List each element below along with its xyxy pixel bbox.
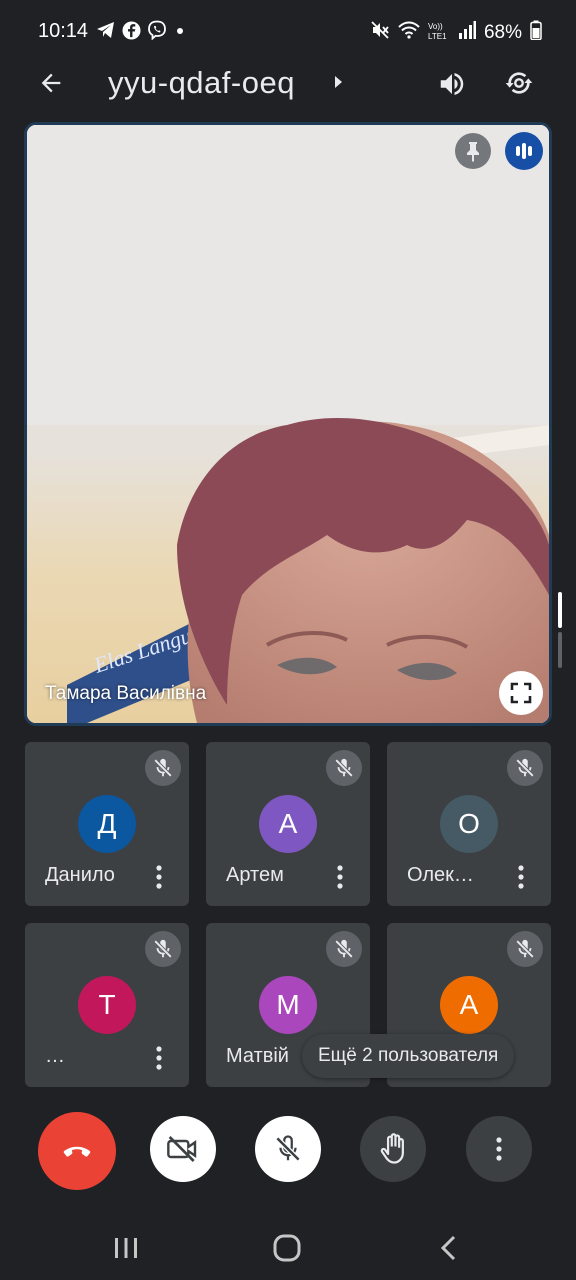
chevron-right-icon[interactable] bbox=[332, 72, 346, 97]
scrollbar-thumb[interactable] bbox=[558, 592, 562, 628]
participant-tile[interactable]: О Олек… bbox=[387, 742, 551, 906]
audio-output-button[interactable] bbox=[432, 64, 472, 104]
speaker-icon bbox=[440, 73, 464, 95]
avatar: Д bbox=[78, 795, 136, 853]
avatar: А bbox=[259, 795, 317, 853]
avatar: О bbox=[440, 795, 498, 853]
more-vert-icon[interactable] bbox=[147, 1043, 171, 1073]
participant-name: Матвій bbox=[226, 1045, 289, 1067]
participant-name: Данило bbox=[45, 864, 115, 886]
telegram-icon bbox=[96, 21, 116, 44]
fullscreen-icon bbox=[510, 682, 532, 704]
notification-icons bbox=[96, 20, 187, 45]
mic-off-icon bbox=[326, 750, 362, 786]
svg-text:LTE1: LTE1 bbox=[428, 32, 447, 40]
switch-camera-button[interactable] bbox=[498, 62, 540, 104]
avatar: М bbox=[259, 976, 317, 1034]
avatar: А bbox=[440, 976, 498, 1034]
pin-icon bbox=[467, 142, 479, 162]
more-vert-icon[interactable] bbox=[147, 862, 171, 892]
battery-icon bbox=[530, 20, 542, 45]
audio-level-icon bbox=[516, 143, 532, 159]
system-navigation-bar bbox=[0, 1216, 576, 1280]
mic-off-icon bbox=[275, 1135, 301, 1162]
camera-toggle-button[interactable] bbox=[150, 1116, 216, 1182]
end-call-button[interactable] bbox=[38, 1112, 116, 1190]
wifi-icon bbox=[398, 20, 420, 45]
signal-icon bbox=[458, 21, 476, 44]
mic-off-icon bbox=[145, 750, 181, 786]
participant-tile[interactable]: Т … bbox=[25, 923, 189, 1087]
mic-off-icon bbox=[507, 750, 543, 786]
active-speaker-indicator bbox=[505, 132, 543, 170]
system-icons: Vo)) LTE1 68% bbox=[370, 20, 542, 45]
more-participants-chip[interactable]: Ещё 2 пользователя bbox=[302, 1034, 515, 1078]
participant-video-feed: Elas Langue bbox=[27, 125, 549, 723]
back-button[interactable] bbox=[32, 64, 70, 102]
dot-icon bbox=[173, 23, 187, 42]
participant-tile[interactable]: Д Данило bbox=[25, 742, 189, 906]
status-time: 10:14 bbox=[38, 20, 89, 42]
raise-hand-button[interactable] bbox=[360, 1116, 426, 1182]
home-icon[interactable] bbox=[272, 1234, 302, 1267]
meeting-code-title[interactable]: yyu-qdaf-oeq bbox=[108, 65, 295, 101]
svg-text:Vo)): Vo)) bbox=[428, 22, 443, 31]
arrow-back-icon bbox=[41, 73, 61, 93]
participant-name: Олек… bbox=[407, 864, 474, 886]
scrollbar-track bbox=[558, 632, 562, 668]
nav-back-icon[interactable] bbox=[438, 1235, 460, 1266]
more-vert-icon[interactable] bbox=[509, 862, 533, 892]
pin-button[interactable] bbox=[455, 133, 491, 169]
more-vert-icon bbox=[496, 1137, 502, 1161]
participant-tile[interactable]: А Артем bbox=[206, 742, 370, 906]
more-vert-icon[interactable] bbox=[328, 862, 352, 892]
main-video-tile[interactable]: Elas Langue Тамара Василівна bbox=[24, 122, 552, 726]
more-options-button[interactable] bbox=[466, 1116, 532, 1182]
recents-icon[interactable] bbox=[112, 1236, 140, 1265]
volte-icon: Vo)) LTE1 bbox=[428, 20, 450, 45]
battery-percent: 68% bbox=[483, 21, 522, 43]
participant-name: … bbox=[45, 1045, 65, 1067]
participant-name: Артем bbox=[226, 864, 284, 886]
mic-off-icon bbox=[326, 931, 362, 967]
mic-toggle-button[interactable] bbox=[255, 1116, 321, 1182]
mic-off-icon bbox=[145, 931, 181, 967]
fullscreen-button[interactable] bbox=[499, 671, 543, 715]
meeting-header: yyu-qdaf-oeq bbox=[0, 52, 576, 114]
main-participant-name: Тамара Василівна bbox=[45, 683, 207, 704]
hand-icon bbox=[380, 1133, 404, 1164]
call-end-icon bbox=[63, 1146, 91, 1157]
camera-off-icon bbox=[167, 1136, 197, 1162]
viber-icon bbox=[147, 20, 167, 45]
facebook-icon bbox=[122, 20, 141, 45]
switch-camera-icon bbox=[505, 72, 533, 94]
mute-icon bbox=[370, 20, 390, 45]
mic-off-icon bbox=[507, 931, 543, 967]
avatar: Т bbox=[78, 976, 136, 1034]
